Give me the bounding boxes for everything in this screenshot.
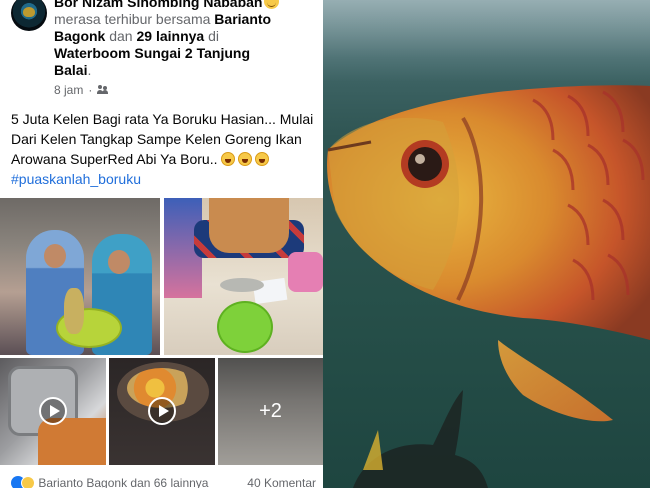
author-name[interactable]: Bor Nizam Sihombing Nababan xyxy=(54,0,262,10)
post-photo-more[interactable]: +2 xyxy=(218,358,323,465)
others-link[interactable]: 29 lainnya xyxy=(136,28,204,44)
laughing-emoji-icon xyxy=(254,152,269,166)
laughing-emoji-icon xyxy=(237,152,252,166)
post-time[interactable]: 8 jam xyxy=(54,82,83,98)
reactions-summary[interactable]: Barianto Bagonk dan 66 lainnya xyxy=(38,476,208,488)
laughing-emoji-icon xyxy=(220,152,235,166)
reactions-bar: Barianto Bagonk dan 66 lainnya 40 Koment… xyxy=(11,475,316,488)
play-icon[interactable] xyxy=(148,397,176,425)
arowana-fish-image xyxy=(327,85,650,488)
post-text: 5 Juta Kelen Bagi rata Ya Boruku Hasian.… xyxy=(11,109,316,169)
facebook-post: Bor Nizam Sihombing Nababan merasa terhi… xyxy=(0,0,323,488)
more-options-icon[interactable]: ••• xyxy=(290,0,312,10)
post-photo-1[interactable] xyxy=(0,198,160,355)
post-video-1[interactable] xyxy=(0,358,106,465)
arowana-photo[interactable] xyxy=(323,0,650,488)
author-avatar[interactable] xyxy=(11,0,47,31)
friends-icon xyxy=(97,85,109,95)
post-photo-2[interactable] xyxy=(164,198,323,355)
comments-count[interactable]: 40 Komentar xyxy=(247,475,316,488)
post-video-2[interactable] xyxy=(109,358,215,465)
haha-reaction-icon xyxy=(21,476,35,488)
post-meta: 8 jam · xyxy=(54,82,109,98)
feeling-text: merasa terhibur bersama xyxy=(54,11,215,27)
play-icon[interactable] xyxy=(39,397,67,425)
smile-emoji-icon xyxy=(264,0,280,9)
more-photos-count: +2 xyxy=(259,400,282,422)
hashtag-link[interactable]: #puaskanlah_boruku xyxy=(11,169,141,189)
and-text: dan xyxy=(105,28,137,44)
post-header: Bor Nizam Sihombing Nababan merasa terhi… xyxy=(54,0,286,79)
at-text: di xyxy=(204,28,219,44)
location-link[interactable]: Waterboom Sungai 2 Tanjung Balai xyxy=(54,45,250,78)
